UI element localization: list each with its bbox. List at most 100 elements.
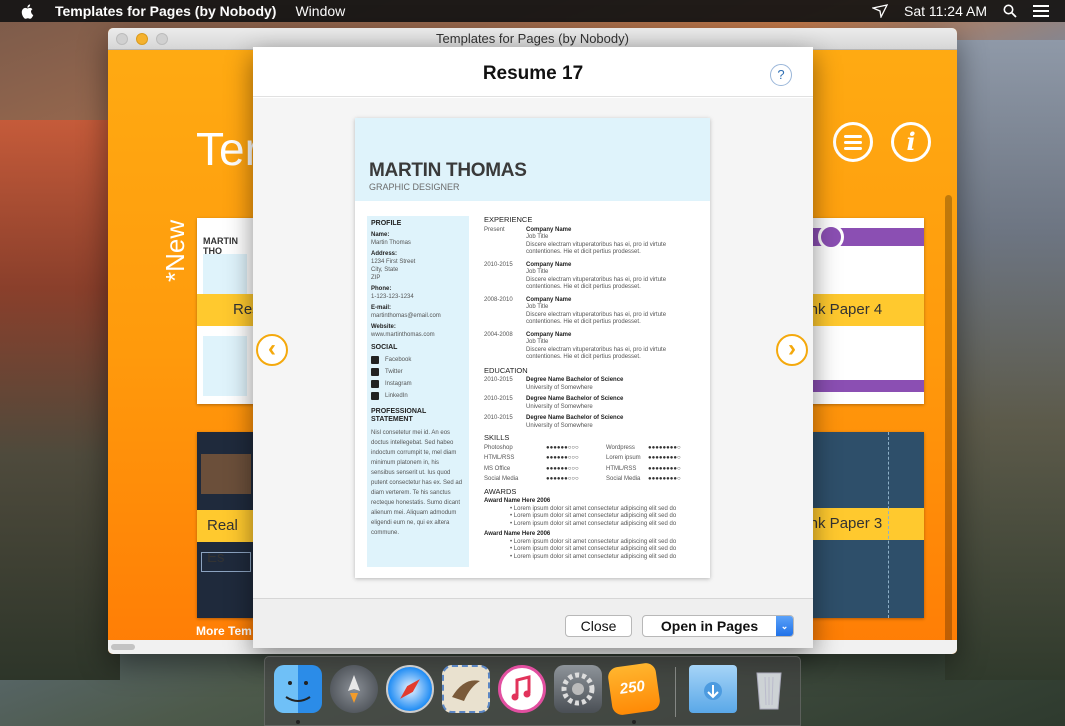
award-item: • Lorem ipsum dolor sit amet consectetur…	[510, 538, 677, 545]
statement-heading: STATEMENT	[371, 416, 413, 423]
experience-entry: 2004-2008 Company Name Job Title Discere e…	[484, 332, 699, 362]
menu-window[interactable]: Window	[295, 3, 345, 19]
itunes-icon[interactable]	[498, 665, 546, 713]
skill-level: ●●●●●●●●○	[648, 465, 681, 472]
skill-name: Lorem ipsum	[606, 455, 641, 461]
dock-separator	[675, 667, 676, 717]
profile-value: 1234 First Street	[371, 259, 416, 265]
notification-center-icon[interactable]	[1033, 5, 1049, 17]
apple-icon[interactable]	[20, 3, 36, 19]
social-heading: SOCIAL	[371, 344, 398, 351]
info-icon[interactable]: i	[891, 122, 931, 162]
resume-sidebar: PROFILE Name: Martin Thomas Address: 123…	[367, 216, 469, 567]
resume-role: GRAPHIC DESIGNER	[369, 182, 460, 192]
entry-date: 2010-2015	[484, 261, 513, 268]
entry-degree: Degree Name Bachelor of Science	[526, 377, 624, 383]
finder-icon[interactable]	[274, 665, 322, 713]
templates-badge: 250	[618, 677, 646, 698]
skills-heading: SKILLS	[484, 433, 510, 442]
award-name: Award Name Here 2006	[484, 531, 551, 537]
next-template-button[interactable]: ›	[776, 334, 808, 366]
menu-icon[interactable]	[833, 122, 873, 162]
minimize-window-button[interactable]	[136, 33, 148, 45]
entry-text: Degree Name Bachelor of Science Universit…	[526, 415, 699, 430]
running-indicator	[632, 720, 636, 724]
previous-template-button[interactable]: ‹	[256, 334, 288, 366]
card-preview-stitch	[888, 432, 890, 618]
launchpad-icon[interactable]	[330, 665, 378, 713]
card-preview-box	[201, 552, 251, 572]
chevron-down-icon[interactable]: ⌄	[776, 616, 793, 636]
profile-value: City, State	[371, 267, 399, 273]
award-name: Award Name Here 2006	[484, 498, 551, 504]
close-button[interactable]: Close	[565, 615, 632, 637]
close-window-button[interactable]	[116, 33, 128, 45]
zoom-window-button[interactable]	[156, 33, 168, 45]
card-preview-text: MARTIN THO	[203, 236, 238, 256]
entry-text: Degree Name Bachelor of Science Universit…	[526, 396, 699, 411]
entry-date: Present	[484, 226, 505, 233]
card-preview-photo	[201, 454, 251, 494]
entry-title: Job Title	[526, 339, 549, 345]
award-item-text: Lorem ipsum dolor sit amet consectetur a…	[513, 546, 677, 552]
social-item: LinkedIn	[371, 392, 469, 400]
skill-name: Social Media	[484, 476, 519, 482]
profile-value: Martin Thomas	[371, 240, 411, 246]
social-item: Facebook	[371, 356, 469, 364]
entry-date: 2010-2015	[484, 415, 513, 421]
profile-label: Website:	[371, 324, 396, 330]
trash-icon[interactable]	[745, 665, 793, 713]
award-item: • Lorem ipsum dolor sit amet consectetur…	[510, 546, 677, 552]
template-card-real-estate[interactable]: Real Es	[197, 432, 255, 618]
vertical-scrollbar[interactable]	[945, 195, 952, 645]
mail-icon[interactable]	[442, 665, 490, 713]
skill-level: ●●●●●●●●○	[648, 444, 681, 451]
card-label-band: Real Es	[197, 510, 255, 566]
skill-level: ●●●●●●○○○	[546, 476, 579, 482]
entry-title: Job Title	[526, 234, 549, 240]
skill-level: ●●●●●●○○○	[546, 465, 579, 472]
templates-app-icon[interactable]: 250	[606, 661, 662, 717]
card-label-band: Res	[197, 294, 255, 326]
resume-main-column: EXPERIENCE Present Company Name Job Title…	[484, 216, 699, 561]
scrollbar-knob[interactable]	[111, 644, 135, 650]
skill-name: Social Media	[606, 476, 641, 482]
open-in-pages-button[interactable]: Open in Pages ⌄	[642, 615, 794, 637]
resume-header: MARTIN THOMAS GRAPHIC DESIGNER	[355, 118, 710, 201]
social-label: Instagram	[385, 381, 412, 387]
help-button[interactable]: ?	[770, 64, 792, 86]
entry-title: Job Title	[526, 269, 549, 275]
profile-heading: PROFILE	[371, 220, 402, 227]
profile-label: Address:	[371, 251, 398, 257]
profile-value: 1-123-123-1234	[371, 294, 414, 300]
entry-date: 2010-2015	[484, 396, 513, 402]
downloads-folder-icon[interactable]	[689, 665, 737, 713]
skill-row: Photoshop ●●●●●●○○○ Wordpress ●●●●●●●●○	[484, 445, 699, 453]
safari-icon[interactable]	[386, 665, 434, 713]
experience-heading: EXPERIENCE	[484, 215, 533, 224]
skill-row: Social Media ●●●●●●○○○ Social Media ●●●●●●●…	[484, 476, 699, 484]
menu-app-name[interactable]: Templates for Pages (by Nobody)	[55, 3, 276, 19]
skill-level: ●●●●●●●●○	[648, 455, 681, 461]
education-entry: 2010-2015 Degree Name Bachelor of Scienc…	[484, 377, 699, 392]
award-item-text: Lorem ipsum dolor sit amet consectetur a…	[513, 513, 677, 519]
location-icon[interactable]	[871, 4, 888, 18]
entry-date: 2010-2015	[484, 377, 513, 383]
page-title: Ter	[196, 123, 260, 175]
sheet-body: ‹ › MARTIN THOMAS GRAPHIC DESIGNER PROFI…	[253, 98, 813, 598]
skill-row: HTML/RSS ●●●●●●○○○ Lorem ipsum ●●●●●●●●○	[484, 455, 699, 463]
skill-name: Wordpress	[606, 444, 635, 451]
more-templates-label[interactable]: More Tem	[196, 624, 252, 638]
education-entry: 2010-2015 Degree Name Bachelor of Scienc…	[484, 396, 699, 411]
spotlight-search-icon[interactable]	[1003, 4, 1017, 18]
system-preferences-icon[interactable]	[554, 665, 602, 713]
template-card-resume[interactable]: MARTIN THO Res	[197, 218, 255, 404]
entry-school: University of Somewhere	[526, 422, 593, 429]
entry-text: Company Name Job Title Discere electram vi…	[526, 297, 699, 327]
award-item: • Lorem ipsum dolor sit amet consectetur…	[510, 520, 677, 527]
education-entry: 2010-2015 Degree Name Bachelor of Scienc…	[484, 415, 699, 430]
sheet-footer: Close Open in Pages ⌄	[253, 598, 813, 648]
menu-clock[interactable]: Sat 11:24 AM	[904, 3, 987, 19]
dock: 250	[264, 656, 801, 726]
skill-name: HTML/RSS	[484, 455, 515, 461]
